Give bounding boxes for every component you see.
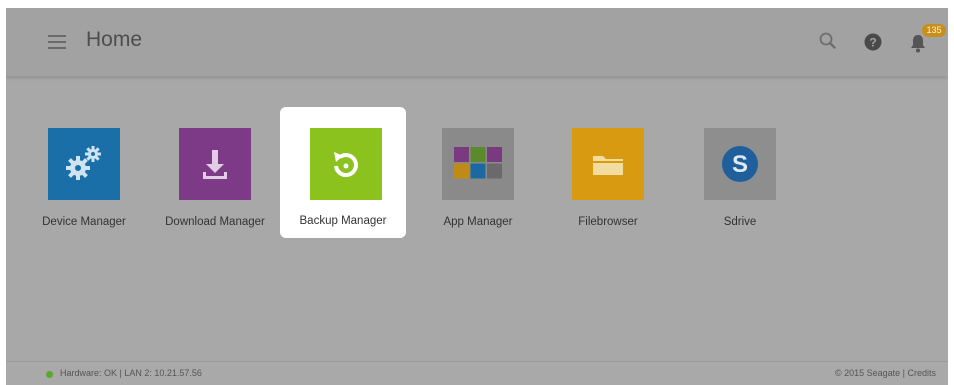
- menu-icon[interactable]: [48, 35, 66, 49]
- nas-os-window: Home ? 135 Device Manager Download Manag…: [6, 8, 948, 385]
- app-label: Filebrowser: [578, 216, 638, 228]
- notification-badge: 135: [922, 24, 946, 37]
- gears-icon: [48, 128, 120, 200]
- backup-icon: [310, 128, 382, 200]
- app-label: Device Manager: [42, 216, 126, 228]
- header-bar: Home ? 135: [6, 8, 948, 77]
- screen: Home ? 135 Device Manager Download Manag…: [0, 0, 954, 385]
- app-label: Backup Manager: [299, 215, 387, 227]
- app-grid-icon: [442, 128, 514, 200]
- app-download-manager[interactable]: Download Manager: [153, 128, 277, 248]
- status-ok-indicator: [46, 371, 53, 378]
- sdrive-icon: S: [704, 128, 776, 200]
- app-filebrowser[interactable]: Filebrowser: [546, 128, 670, 248]
- folder-icon: [572, 128, 644, 200]
- app-sdrive[interactable]: S Sdrive: [678, 128, 802, 248]
- search-icon[interactable]: [818, 31, 838, 51]
- app-app-manager[interactable]: App Manager: [416, 128, 540, 248]
- app-grid: Device Manager Download Manager Backup M…: [6, 76, 948, 360]
- credits-link[interactable]: © 2015 Seagate | Credits: [835, 368, 936, 378]
- page-title: Home: [86, 28, 143, 51]
- app-label: Download Manager: [165, 216, 265, 228]
- app-device-manager[interactable]: Device Manager: [22, 128, 146, 248]
- svg-text:S: S: [732, 151, 748, 178]
- status-bar: Hardware: OK | LAN 2: 10.21.57.56 © 2015…: [6, 361, 948, 385]
- app-label: App Manager: [443, 216, 513, 228]
- app-label: Sdrive: [723, 216, 757, 228]
- app-backup-manager[interactable]: Backup Manager: [280, 107, 406, 238]
- hardware-status: Hardware: OK | LAN 2: 10.21.57.56: [60, 368, 202, 378]
- help-icon[interactable]: ?: [864, 33, 882, 51]
- svg-text:?: ?: [869, 36, 876, 50]
- download-icon: [179, 128, 251, 200]
